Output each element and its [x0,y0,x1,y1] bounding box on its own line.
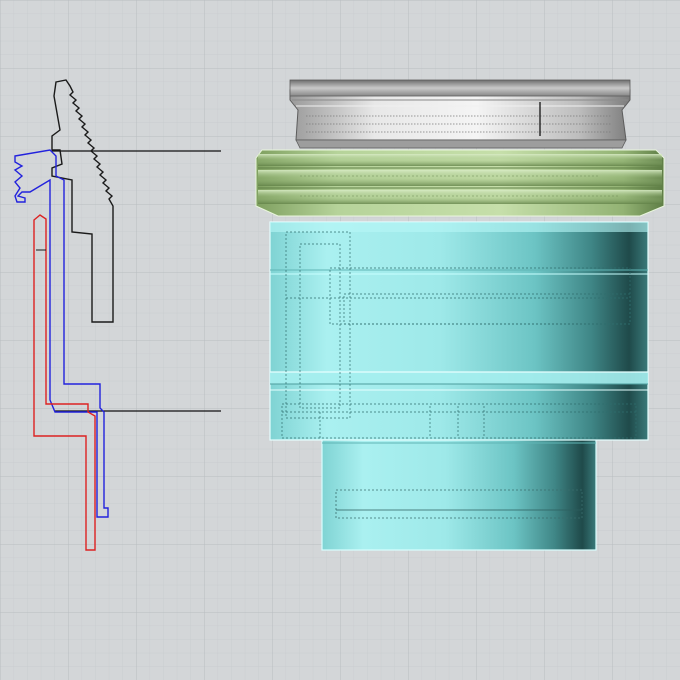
upper-barrel[interactable] [269,221,649,441]
viewport-canvas[interactable] [0,0,680,680]
top-ring[interactable] [289,79,631,149]
thread-band[interactable] [255,149,665,217]
cad-viewport[interactable] [0,0,680,680]
lower-barrel[interactable] [321,435,597,551]
